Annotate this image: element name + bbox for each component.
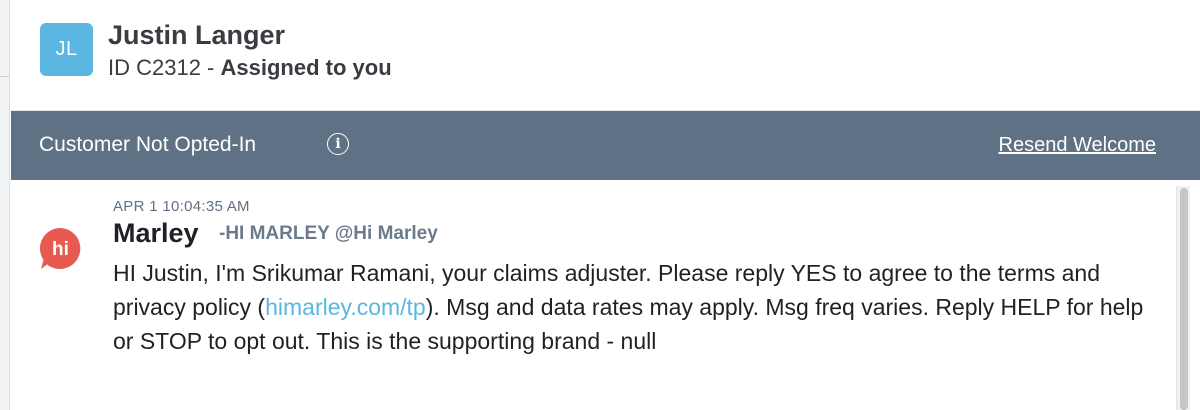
hi-marley-avatar-icon: hi [39,227,81,269]
contact-avatar: JL [40,23,93,76]
message-list: APR 1 10:04:35 AM hi Marley -HI MARLEY @… [11,180,1200,410]
conversation-header: JL Justin Langer ID C2312 - Assigned to … [11,0,1200,111]
conversation-panel: JL Justin Langer ID C2312 - Assigned to … [0,0,1200,410]
message-timestamp: APR 1 10:04:35 AM [113,198,250,215]
resend-welcome-link[interactable]: Resend Welcome [999,134,1156,157]
left-pane-edge [0,0,10,410]
scrollbar-thumb[interactable] [1180,188,1188,410]
assignment-status: Assigned to you [220,55,392,80]
opt-in-status: Customer Not Opted-In [39,133,257,156]
message-scrollbar[interactable] [1176,186,1190,410]
contact-name: Justin Langer [108,20,286,50]
contact-id-line: ID C2312 - Assigned to you [108,55,392,81]
message-sender: Marley [113,218,199,248]
hi-avatar-text: hi [52,239,69,260]
message-sender-handle: -HI MARLEY @Hi Marley [219,223,438,244]
terms-link[interactable]: himarley.com/tp [265,294,426,320]
info-icon[interactable]: i [327,133,349,155]
opt-in-banner: Customer Not Opted-In i Resend Welcome [11,111,1200,180]
message-body: HI Justin, I'm Srikumar Ramani, your cla… [113,256,1153,358]
contact-id: ID C2312 - [108,55,215,80]
